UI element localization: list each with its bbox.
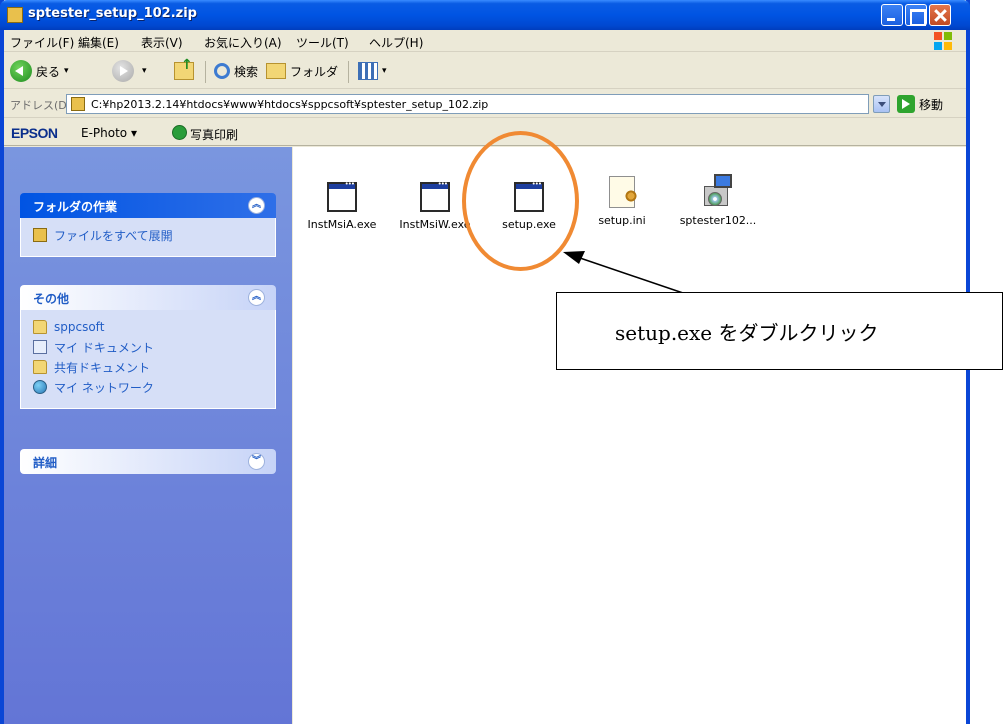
back-button[interactable]: 戻る ▾ bbox=[10, 59, 69, 83]
address-bar: アドレス(D) C:¥hp2013.2.14¥htdocs¥www¥htdocs… bbox=[4, 90, 966, 118]
details-header[interactable]: 詳細 ︾ bbox=[20, 449, 276, 474]
place-sppcsoft[interactable]: sppcsoft bbox=[33, 318, 265, 336]
network-icon bbox=[33, 380, 47, 394]
close-button[interactable] bbox=[929, 4, 951, 26]
folder-icon bbox=[33, 360, 47, 374]
folder-tasks-panel: フォルダの作業 ︽ ファイルをすべて展開 bbox=[20, 193, 276, 257]
back-label: 戻る bbox=[36, 64, 61, 79]
forward-arrow-icon bbox=[112, 60, 134, 82]
collapse-chevron-icon[interactable]: ︽ bbox=[248, 289, 265, 306]
go-button[interactable]: 移動 bbox=[897, 95, 943, 113]
zip-folder-icon bbox=[7, 7, 23, 23]
place-label: マイ ドキュメント bbox=[54, 340, 154, 355]
application-icon bbox=[327, 180, 357, 212]
details-panel: 詳細 ︾ bbox=[20, 449, 276, 474]
windows-logo-icon bbox=[934, 32, 952, 50]
search-label: 検索 bbox=[234, 64, 259, 79]
file-item[interactable]: sptester102... bbox=[674, 174, 762, 227]
zip-folder-icon bbox=[33, 228, 47, 242]
details-title: 詳細 bbox=[33, 456, 58, 470]
file-name: sptester102... bbox=[679, 214, 757, 227]
dropdown-arrow-icon[interactable]: ▾ bbox=[382, 66, 387, 76]
menu-view[interactable]: 表示(V) bbox=[141, 34, 183, 51]
other-places-body: sppcsoft マイ ドキュメント 共有ドキュメント マイ ネットワーク bbox=[20, 310, 276, 409]
callout-box: setup.exe をダブルクリック bbox=[556, 292, 1003, 370]
task-extract-all-label: ファイルをすべて展開 bbox=[54, 228, 173, 243]
settings-file-icon bbox=[609, 176, 638, 208]
epson-logo: EPSON bbox=[11, 125, 58, 141]
folder-tasks-body: ファイルをすべて展開 bbox=[20, 218, 276, 257]
photo-print-button[interactable]: 写真印刷 bbox=[190, 126, 238, 143]
toolbar-separator bbox=[205, 61, 206, 83]
menu-favorites[interactable]: お気に入り(A) bbox=[204, 34, 282, 51]
up-folder-icon: ↑ bbox=[174, 58, 194, 80]
window-title: sptester_setup_102.zip bbox=[28, 6, 197, 21]
place-my-network[interactable]: マイ ネットワーク bbox=[33, 378, 265, 396]
address-value: C:¥hp2013.2.14¥htdocs¥www¥htdocs¥sppcsof… bbox=[91, 98, 489, 111]
go-label: 移動 bbox=[919, 97, 944, 112]
minimize-button[interactable] bbox=[881, 4, 903, 26]
address-input[interactable]: C:¥hp2013.2.14¥htdocs¥www¥htdocs¥sppcsof… bbox=[66, 94, 869, 114]
ephoto-label: E-Photo bbox=[81, 126, 128, 140]
folders-icon bbox=[266, 63, 286, 79]
zip-folder-icon bbox=[71, 97, 85, 111]
folder-icon bbox=[33, 320, 47, 334]
folder-tasks-header[interactable]: フォルダの作業 ︽ bbox=[20, 193, 276, 218]
up-folder-button[interactable]: ↑ bbox=[174, 58, 194, 83]
place-label: マイ ネットワーク bbox=[54, 380, 154, 395]
place-my-documents[interactable]: マイ ドキュメント bbox=[33, 338, 265, 356]
application-icon bbox=[420, 180, 450, 212]
ephoto-menu[interactable]: E-Photo ▾ bbox=[81, 126, 137, 140]
place-label: sppcsoft bbox=[54, 320, 105, 334]
dropdown-arrow-icon[interactable]: ▾ bbox=[64, 66, 69, 76]
forward-button[interactable]: ▾ bbox=[112, 59, 147, 83]
maximize-button[interactable] bbox=[905, 4, 927, 26]
menu-edit[interactable]: 編集(E) bbox=[78, 34, 119, 51]
menu-bar: ファイル(F) 編集(E) 表示(V) お気に入り(A) ツール(T) ヘルプ(… bbox=[4, 30, 966, 52]
place-shared-documents[interactable]: 共有ドキュメント bbox=[33, 358, 265, 376]
folder-tasks-title: フォルダの作業 bbox=[33, 200, 118, 214]
menu-file[interactable]: ファイル(F) bbox=[10, 34, 74, 51]
file-name: InstMsiA.exe bbox=[307, 218, 377, 231]
other-places-header[interactable]: その他 ︽ bbox=[20, 285, 276, 310]
toolbar: 戻る ▾ ▾ ↑ 検索 フォルダ ▾ bbox=[4, 53, 966, 89]
go-arrow-icon bbox=[897, 95, 915, 113]
callout-text: setup.exe をダブルクリック bbox=[615, 320, 879, 345]
expand-chevron-icon[interactable]: ︾ bbox=[248, 453, 265, 470]
back-arrow-icon bbox=[10, 60, 32, 82]
address-label: アドレス(D) bbox=[10, 99, 72, 112]
documents-icon bbox=[33, 340, 47, 354]
menu-tools[interactable]: ツール(T) bbox=[296, 34, 349, 51]
title-bar[interactable]: sptester_setup_102.zip bbox=[0, 0, 970, 30]
other-places-panel: その他 ︽ sppcsoft マイ ドキュメント 共有ドキュメント マイ ネット… bbox=[20, 285, 276, 409]
search-button[interactable]: 検索 bbox=[214, 59, 258, 83]
task-extract-all[interactable]: ファイルをすべて展開 bbox=[33, 226, 265, 244]
menu-help[interactable]: ヘルプ(H) bbox=[369, 34, 423, 51]
collapse-chevron-icon[interactable]: ︽ bbox=[248, 197, 265, 214]
installer-package-icon bbox=[702, 174, 734, 208]
toolbar-separator bbox=[348, 61, 349, 83]
folders-label: フォルダ bbox=[290, 64, 339, 79]
other-places-title: その他 bbox=[33, 292, 70, 306]
search-icon bbox=[214, 63, 230, 79]
address-dropdown-button[interactable] bbox=[873, 95, 890, 113]
file-item[interactable]: setup.ini bbox=[578, 176, 666, 227]
epson-toolbar: EPSON E-Photo ▾ 写真印刷 bbox=[4, 119, 966, 146]
task-pane: フォルダの作業 ︽ ファイルをすべて展開 その他 ︽ sppcsoft マイ ド… bbox=[4, 147, 292, 724]
file-name: setup.ini bbox=[598, 214, 646, 227]
views-grid-icon bbox=[358, 62, 378, 80]
highlight-circle bbox=[462, 131, 579, 271]
place-label: 共有ドキュメント bbox=[54, 360, 151, 375]
file-name: InstMsiW.exe bbox=[399, 218, 471, 231]
file-item[interactable]: InstMsiA.exe bbox=[298, 180, 386, 231]
folders-button[interactable]: フォルダ bbox=[266, 59, 338, 83]
views-button[interactable]: ▾ bbox=[358, 59, 387, 83]
photo-print-icon[interactable] bbox=[172, 125, 187, 140]
dropdown-arrow-icon[interactable]: ▾ bbox=[142, 66, 147, 76]
file-view: InstMsiA.exe InstMsiW.exe setup.exe setu… bbox=[293, 147, 966, 724]
